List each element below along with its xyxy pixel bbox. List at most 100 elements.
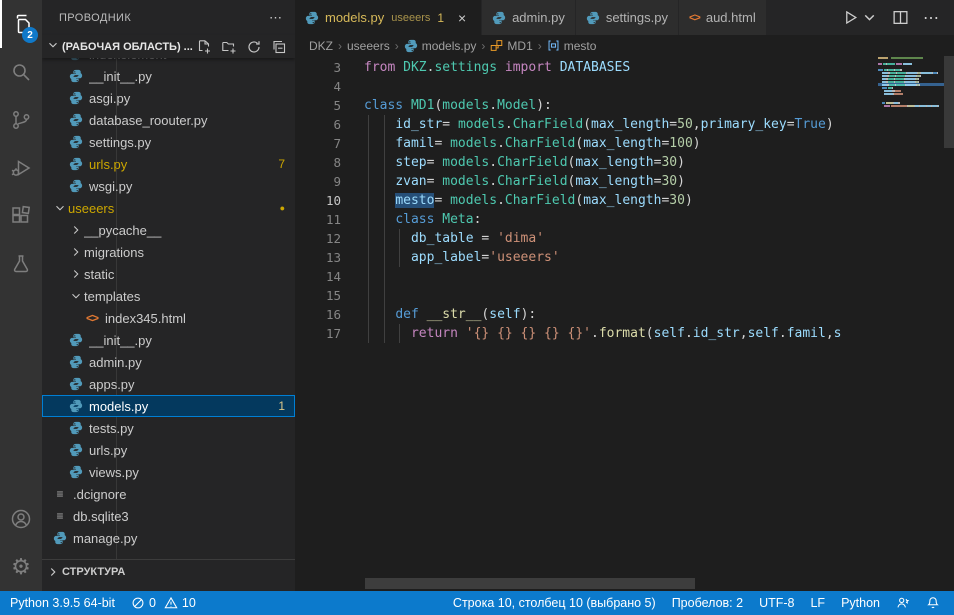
status-indentation[interactable]: Пробелов: 2	[664, 591, 751, 615]
run-debug-icon[interactable]	[0, 144, 42, 192]
tab-settings.py[interactable]: settings.py	[576, 0, 679, 35]
tree-item-templates[interactable]: templates	[42, 285, 295, 307]
testing-icon[interactable]	[0, 240, 42, 288]
breadcrumb-item-dkz[interactable]: DKZ	[309, 39, 333, 53]
indent-guide	[384, 191, 385, 210]
code-token: self	[489, 307, 520, 322]
file-icon: ≡	[52, 487, 68, 501]
status-cursor-position[interactable]: Строка 10, столбец 10 (выбрано 5)	[445, 591, 664, 615]
tree-item-apps.py[interactable]: apps.py	[42, 373, 295, 395]
tree-item-db.sqlite3[interactable]: ≡db.sqlite3	[42, 505, 295, 527]
tree-item-wsgi.py[interactable]: wsgi.py	[42, 175, 295, 197]
tree-item-indexelement[interactable]: indexelement	[42, 58, 295, 65]
new-file-icon[interactable]	[196, 39, 212, 55]
status-eol[interactable]: LF	[802, 591, 833, 615]
search-icon[interactable]	[0, 48, 42, 96]
tree-item--init-.py[interactable]: __init__.py	[42, 65, 295, 87]
account-icon[interactable]	[0, 495, 42, 543]
status-encoding[interactable]: UTF-8	[751, 591, 802, 615]
tree-item-models.py[interactable]: models.py1	[42, 395, 295, 417]
code-token: MD1	[411, 98, 434, 113]
code-editor[interactable]: 3from DKZ.settings import DATABASES45cla…	[295, 56, 954, 591]
code-line-9: 9 zvan= models.CharField(max_length=30)	[295, 172, 878, 191]
tree-item-useeers[interactable]: useeers●	[42, 197, 295, 219]
code-token: app_label	[411, 250, 481, 265]
code-line-7: 7 famil= models.CharField(max_length=100…	[295, 134, 878, 153]
tab-aud.html[interactable]: <>aud.html	[679, 0, 767, 35]
code-token: .	[591, 326, 599, 341]
sidebar-more-actions[interactable]: ⋯	[269, 10, 283, 26]
tree-item--init-.py[interactable]: __init__.py	[42, 329, 295, 351]
breadcrumb-item-mesto[interactable]: mesto	[547, 39, 597, 53]
tree-item--pycache-[interactable]: __pycache__	[42, 219, 295, 241]
tree-item-asgi.py[interactable]: asgi.py	[42, 87, 295, 109]
code-token: models	[442, 98, 489, 113]
problems-badge: 1	[278, 399, 285, 413]
extensions-icon[interactable]	[0, 192, 42, 240]
code-token: .	[489, 155, 497, 170]
tree-item-urls.py[interactable]: urls.py	[42, 439, 295, 461]
tab-bar: models.pyuseeers1×admin.pysettings.py<>a…	[295, 0, 954, 35]
status-problems[interactable]: 010	[123, 591, 204, 615]
code-token: db_table	[411, 231, 474, 246]
tree-item-views.py[interactable]: views.py	[42, 461, 295, 483]
breadcrumb-item-md1[interactable]: MD1	[490, 39, 532, 53]
sidebar-title: ПРОВОДНИК	[59, 12, 131, 24]
minimap[interactable]	[878, 56, 944, 591]
code-token: .	[685, 326, 693, 341]
line-number: 8	[295, 153, 341, 172]
tree-item-database-roouter.py[interactable]: database_roouter.py	[42, 109, 295, 131]
settings-gear-icon[interactable]: ⚙	[0, 543, 42, 591]
modified-dot-badge: ●	[280, 203, 285, 213]
tab-description: useeers	[391, 12, 430, 24]
indent-guide	[384, 324, 385, 343]
split-editor-icon[interactable]	[892, 9, 909, 26]
tree-item-index345.html[interactable]: <>index345.html	[42, 307, 295, 329]
code-token: max_length	[575, 155, 653, 170]
indent-guide	[399, 324, 400, 343]
tree-item-urls.py[interactable]: urls.py7	[42, 153, 295, 175]
chevron-down-icon	[46, 38, 60, 55]
run-dropdown-icon[interactable]	[861, 9, 878, 26]
indent-guide	[384, 172, 385, 191]
new-folder-icon[interactable]	[221, 39, 237, 55]
tab-admin.py[interactable]: admin.py	[482, 0, 576, 35]
editor-more-actions-icon[interactable]: ⋯	[923, 8, 940, 28]
tree-item-manage.py[interactable]: manage.py	[42, 527, 295, 549]
tree-item-static[interactable]: static	[42, 263, 295, 285]
close-icon[interactable]: ×	[453, 10, 471, 26]
html-icon: <>	[689, 12, 700, 24]
code-token: max_length	[575, 174, 653, 189]
code-token: .	[497, 193, 505, 208]
status-language-mode[interactable]: Python	[833, 591, 888, 615]
source-control-icon[interactable]	[0, 96, 42, 144]
chevron-right-icon	[68, 223, 84, 237]
tree-item-migrations[interactable]: migrations	[42, 241, 295, 263]
breadcrumb-item-useeers[interactable]: useeers	[347, 39, 390, 53]
indent-guide	[384, 248, 385, 267]
tree-item-tests.py[interactable]: tests.py	[42, 417, 295, 439]
status-notifications[interactable]	[918, 591, 948, 615]
tree-item-admin.py[interactable]: admin.py	[42, 351, 295, 373]
explorer-icon[interactable]: 2	[0, 0, 42, 48]
python-icon	[305, 11, 319, 25]
vertical-scrollbar[interactable]	[944, 56, 954, 148]
breadcrumb-item-models.py[interactable]: models.py	[404, 39, 477, 53]
code-token: =	[442, 117, 458, 132]
tree-item-settings.py[interactable]: settings.py	[42, 131, 295, 153]
status-python-interpreter[interactable]: Python 3.9.5 64-bit	[2, 591, 123, 615]
refresh-icon[interactable]	[246, 39, 262, 55]
status-feedback[interactable]	[888, 591, 918, 615]
tab-models.py[interactable]: models.pyuseeers1×	[295, 0, 482, 35]
outline-section-header[interactable]: СТРУКТУРА	[42, 559, 295, 583]
run-python-file-button[interactable]	[842, 9, 878, 26]
line-number: 6	[295, 115, 341, 134]
code-token: Model	[497, 98, 536, 113]
collapse-all-icon[interactable]	[271, 39, 287, 55]
tree-item-.dcignore[interactable]: ≡.dcignore	[42, 483, 295, 505]
python-icon	[68, 69, 84, 83]
horizontal-scrollbar[interactable]	[365, 578, 695, 589]
code-token: ):	[536, 98, 552, 113]
workspace-section-header[interactable]: (РАБОЧАЯ ОБЛАСТЬ) ...	[42, 35, 295, 58]
code-line-16: 16 def __str__(self):	[295, 305, 878, 324]
